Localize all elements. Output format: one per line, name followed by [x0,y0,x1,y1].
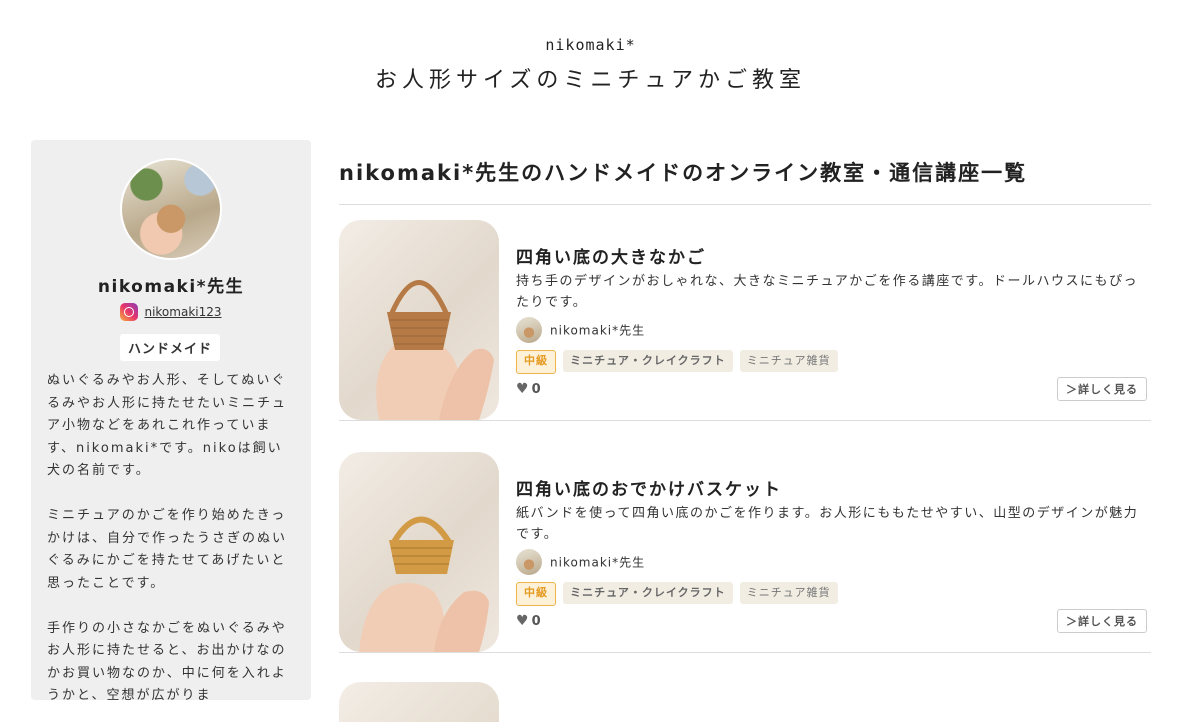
author-name[interactable]: nikomaki*先生 [550,556,645,570]
brand-logo-small[interactable]: nikomaki* [0,36,1181,54]
view-details-button[interactable]: ＞詳しく見る [1057,609,1147,633]
teacher-category-badge: ハンドメイド [120,334,221,361]
level-badge: 中級 [516,350,556,374]
course-tags: 中級 ミニチュア・クレイクラフト ミニチュア雑貨 [516,350,840,374]
subcategory-tag[interactable]: ミニチュア雑貨 [739,350,838,372]
teacher-avatar [122,160,220,258]
course-title[interactable]: 四角い底のおでかけバスケット [516,475,782,500]
course-thumbnail[interactable] [339,220,499,420]
instagram-icon[interactable] [120,303,139,321]
like-count: 0 [531,614,541,629]
instagram-handle-link[interactable]: nikomaki123 [144,305,221,319]
instagram-link-row[interactable]: nikomaki123 [31,303,311,321]
subcategory-tag[interactable]: ミニチュア雑貨 [739,582,838,604]
author-avatar [516,317,542,343]
like-counter[interactable]: ♥ 0 [516,613,541,629]
heart-icon[interactable]: ♥ [516,381,529,397]
course-thumbnail-partial[interactable] [339,682,499,722]
basket-photo-illustration [359,516,489,652]
course-card[interactable]: 四角い底のおでかけバスケット 紙バンドを使って四角い底のかごを作ります。お人形に… [339,436,1151,653]
site-header: nikomaki* お人形サイズのミニチュアかご教室 [0,0,1181,130]
basket-photo-illustration [376,280,494,420]
category-tag[interactable]: ミニチュア・クレイクラフト [563,350,733,372]
author-avatar [516,549,542,575]
level-badge: 中級 [516,582,556,606]
brand-title[interactable]: お人形サイズのミニチュアかご教室 [0,62,1181,94]
teacher-name: nikomaki*先生 [97,277,245,297]
view-details-button[interactable]: ＞詳しく見る [1057,377,1147,401]
page-title: nikomaki*先生のハンドメイドのオンライン教室・通信講座一覧 [339,161,1028,185]
course-author[interactable]: nikomaki*先生 [516,317,645,343]
course-description: 紙バンドを使って四角い底のかごを作ります。お人形にももたせやすい、山型のデザイン… [516,506,1139,542]
course-tags: 中級 ミニチュア・クレイクラフト ミニチュア雑貨 [516,582,840,606]
course-thumbnail[interactable] [339,452,499,652]
course-title[interactable]: 四角い底の大きなかご [516,243,706,268]
like-count: 0 [531,382,541,397]
course-author[interactable]: nikomaki*先生 [516,549,645,575]
course-list-main: nikomaki*先生のハンドメイドのオンライン教室・通信講座一覧 四角い底の大… [339,140,1151,722]
like-counter[interactable]: ♥ 0 [516,381,541,397]
heart-icon[interactable]: ♥ [516,613,529,629]
teacher-bio: ぬいぐるみやお人形、そしてぬいぐるみやお人形に持たせたいミニチュア小物などをあれ… [47,373,288,700]
author-name[interactable]: nikomaki*先生 [550,324,645,338]
course-card[interactable]: 四角い底の大きなかご 持ち手のデザインがおしゃれな、大きなミニチュアかごを作る講… [339,204,1151,421]
course-description: 持ち手のデザインがおしゃれな、大きなミニチュアかごを作る講座です。ドールハウスに… [516,274,1138,310]
category-tag[interactable]: ミニチュア・クレイクラフト [563,582,733,604]
teacher-profile-sidebar: nikomaki*先生 nikomaki123 ハンドメイド ぬいぐるみやお人形… [31,140,311,700]
